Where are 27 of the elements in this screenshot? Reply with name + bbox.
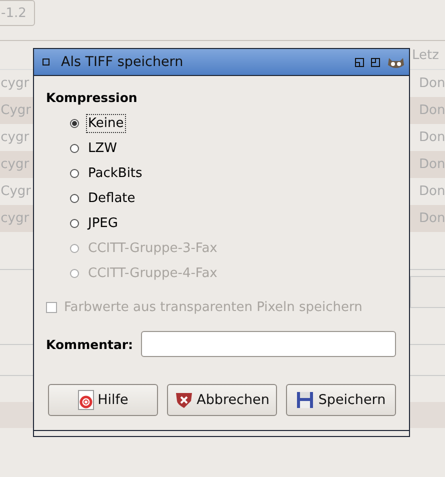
table-cell: icygr xyxy=(0,76,30,91)
help-button[interactable]: Hilfe xyxy=(48,384,158,416)
save-button[interactable]: Speichern xyxy=(286,384,396,416)
radio-label[interactable]: JPEG xyxy=(86,214,120,233)
radio-label[interactable]: PackBits xyxy=(86,164,144,183)
radio-button[interactable] xyxy=(70,169,79,178)
maximize-icon[interactable] xyxy=(371,58,380,66)
table-cell: Don xyxy=(419,184,445,199)
radio-label[interactable]: Deflate xyxy=(86,189,138,208)
radio-button[interactable] xyxy=(70,219,79,228)
cancel-shield-icon xyxy=(174,391,193,409)
table-cell: iCygr xyxy=(0,184,31,199)
table-cell: icygr xyxy=(0,130,30,145)
comment-field[interactable] xyxy=(141,331,396,357)
radio-button[interactable] xyxy=(70,194,79,203)
field-label: Kommentar: xyxy=(46,336,134,352)
radio-button[interactable] xyxy=(70,119,79,128)
minimize-icon[interactable] xyxy=(355,58,364,66)
table-cell: Don xyxy=(419,130,445,145)
radio-label[interactable]: LZW xyxy=(86,139,120,158)
window-menu-icon[interactable] xyxy=(42,58,50,66)
table-cell: Don xyxy=(419,76,445,91)
radio-label[interactable]: Keine xyxy=(86,114,126,133)
cancel-button[interactable]: Abbrechen xyxy=(167,384,277,416)
radio-button[interactable] xyxy=(70,144,79,153)
window-title: Als TIFF speichern xyxy=(61,54,184,70)
section-label: Kompression xyxy=(46,90,138,105)
